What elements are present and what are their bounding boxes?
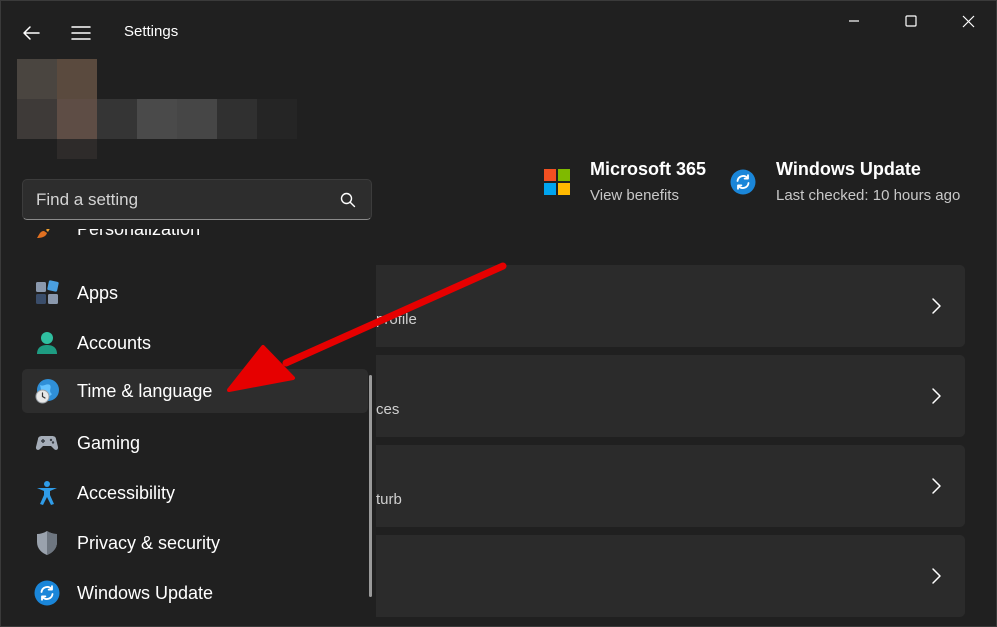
blurred-user-profile[interactable] — [17, 59, 297, 159]
nav-item-accessibility[interactable]: Accessibility — [22, 471, 368, 515]
nav-label: Apps — [77, 283, 119, 303]
nav-label: Personalization — [77, 229, 201, 239]
nav-item-personalization[interactable]: Personalization — [22, 229, 368, 251]
nav-item-windows-update[interactable]: Windows Update — [22, 571, 368, 615]
settings-card[interactable]: turb — [376, 445, 965, 527]
maximize-icon — [905, 15, 917, 27]
accessibility-icon — [37, 481, 57, 505]
settings-navigation: Personalization Apps Accounts Time & lan… — [1, 229, 376, 626]
search-box[interactable] — [22, 179, 372, 220]
brush-icon — [37, 229, 50, 238]
settings-window: Settings Find a setting Microsoft 365 Vi… — [0, 0, 997, 627]
nav-label: Windows Update — [77, 583, 214, 603]
shield-icon — [37, 531, 57, 555]
settings-card[interactable]: ces — [376, 355, 965, 437]
maximize-button[interactable] — [888, 5, 934, 37]
settings-card[interactable] — [376, 535, 965, 617]
microsoft-365-promo[interactable]: Microsoft 365 View benefits — [544, 159, 714, 215]
chevron-right-icon — [932, 298, 941, 314]
gamepad-icon — [35, 436, 59, 450]
microsoft-365-subtitle: View benefits — [590, 187, 679, 204]
microsoft-365-title: Microsoft 365 — [590, 159, 707, 179]
globe-clock-icon — [35, 379, 59, 404]
close-icon — [962, 15, 974, 27]
minimize-button[interactable] — [831, 5, 877, 37]
nav-item-time-language[interactable]: Time & language — [22, 369, 368, 413]
nav-item-gaming[interactable]: Gaming — [22, 421, 368, 465]
sync-icon — [730, 169, 756, 195]
back-arrow-icon — [23, 26, 40, 40]
nav-item-apps[interactable]: Apps — [22, 271, 368, 315]
navigation-menu-button[interactable] — [63, 15, 99, 51]
apps-icon — [36, 280, 59, 304]
title-bar: Settings — [1, 1, 996, 61]
search-input[interactable] — [36, 180, 336, 219]
person-icon — [37, 332, 57, 354]
hamburger-icon — [71, 26, 91, 40]
card-subtitle: turb — [376, 491, 402, 508]
nav-label: Time & language — [77, 381, 213, 401]
app-title: Settings — [124, 23, 179, 40]
back-button[interactable] — [13, 15, 49, 51]
chevron-right-icon — [932, 568, 941, 584]
nav-item-privacy-security[interactable]: Privacy & security — [22, 521, 368, 565]
card-subtitle: ces — [376, 401, 400, 418]
sync-icon — [34, 580, 60, 606]
minimize-icon — [849, 20, 859, 22]
card-subtitle: profile — [376, 311, 417, 328]
nav-scrollbar[interactable] — [369, 375, 372, 597]
nav-label: Accounts — [77, 333, 152, 353]
chevron-right-icon — [932, 478, 941, 494]
microsoft-logo-icon — [544, 169, 570, 195]
windows-update-title: Windows Update — [776, 159, 921, 179]
settings-card[interactable]: profile — [376, 265, 965, 347]
chevron-right-icon — [932, 388, 941, 404]
close-button[interactable] — [945, 5, 991, 37]
nav-label: Gaming — [77, 433, 141, 453]
nav-label: Privacy & security — [77, 533, 221, 553]
nav-label: Accessibility — [77, 483, 176, 503]
windows-update-subtitle: Last checked: 10 hours ago — [776, 187, 961, 204]
search-icon[interactable] — [339, 191, 357, 209]
windows-update-status[interactable]: Windows Update Last checked: 10 hours ag… — [730, 159, 970, 215]
nav-item-accounts[interactable]: Accounts — [22, 321, 368, 365]
